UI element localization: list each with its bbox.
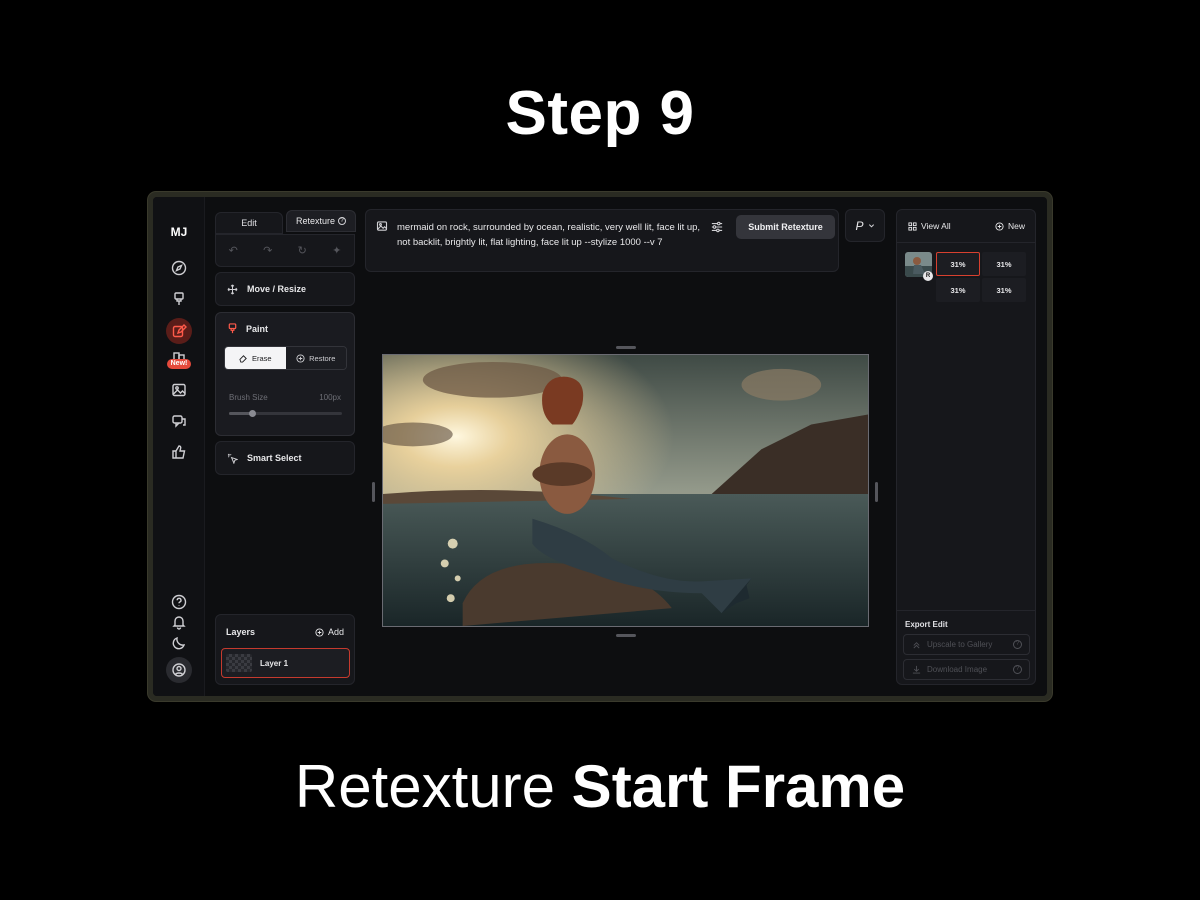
divider [897,610,1035,611]
bell-icon[interactable] [168,611,190,633]
tab-edit[interactable]: Edit [215,212,283,234]
progress-cell[interactable]: 31% [982,252,1026,276]
download-icon [912,665,921,674]
add-layer-label: Add [327,627,344,637]
undo-icon[interactable]: ↶ [229,244,238,257]
redo-icon[interactable]: ↷ [263,244,272,257]
icon-rail: MJ New! [153,197,205,696]
thumbs-up-icon[interactable] [168,441,190,463]
right-resize-handle[interactable] [875,482,878,502]
tab-retexture[interactable]: Retexture ? [286,210,356,232]
moon-icon[interactable] [168,632,190,654]
progress-cell[interactable]: 31% [936,252,980,276]
canvas-image[interactable] [382,354,869,627]
move-resize-label: Move / Resize [247,284,307,294]
upscale-icon [913,642,920,649]
app-window: MJ New! Edit Retexture ? ↶ ↷ ↻ ✦ Move / … [148,192,1052,701]
retexture-badge: R [923,271,933,281]
bottom-resize-handle[interactable] [616,634,636,637]
submit-retexture-button[interactable]: Submit Retexture [736,215,835,239]
edit-icon[interactable] [166,318,192,344]
layers-panel: Layers Add Layer 1 [215,614,355,685]
paint-mode-toggle: Erase Restore [224,346,347,370]
app-screen: MJ New! Edit Retexture ? ↶ ↷ ↻ ✦ Move / … [153,197,1047,696]
prompt-bar: mermaid on rock, surrounded by ocean, re… [365,209,839,272]
help-icon[interactable] [168,591,190,613]
paint-label: Paint [246,323,269,334]
paint-header[interactable]: Paint [227,323,268,334]
tab-edit-label: Edit [241,218,257,228]
reset-icon[interactable]: ↻ [298,244,307,257]
paint-brush-icon [228,323,237,334]
plus-circle-icon [995,221,1004,231]
mode-label: P [855,218,864,233]
help-icon[interactable]: ? [338,217,347,225]
step-title: Step 9 [505,79,695,148]
history-toolbar: ↶ ↷ ↻ ✦ [215,234,355,267]
help-icon[interactable]: ? [1013,665,1022,674]
new-label: New [1007,221,1025,231]
plus-circle-icon [315,627,324,637]
erase-button[interactable]: Erase [225,347,286,369]
smart-select-button[interactable]: Smart Select [215,441,355,475]
explore-icon[interactable] [168,257,190,279]
tab-retexture-label: Retexture [295,216,336,226]
smart-select-icon [227,453,238,464]
settings-sliders-icon[interactable] [711,221,723,233]
brush-size-value: 100px [319,393,341,402]
logo: MJ [170,225,188,239]
eraser-icon [239,354,247,363]
brush-size-knob[interactable] [248,410,256,417]
caption: Retexture Start Frame [0,752,1200,821]
caption-light: Retexture [294,753,555,820]
restore-icon [296,353,305,363]
right-panel: View All New R 31% 31% 31% 31% Export Ed… [896,209,1036,685]
help-icon[interactable]: ? [1013,640,1022,649]
view-all-button[interactable]: View All [908,221,951,231]
restore-button[interactable]: Restore [285,347,346,369]
left-resize-handle[interactable] [372,482,375,502]
add-layer-button[interactable]: Add [315,627,344,637]
image-icon[interactable] [168,379,190,401]
caption-bold: Start Frame [571,753,906,820]
top-resize-handle[interactable] [616,346,636,349]
brush-icon[interactable] [168,288,190,310]
image-prompt-icon[interactable] [376,220,388,232]
layer-item[interactable]: Layer 1 [221,648,350,678]
account-icon[interactable] [166,657,192,683]
move-resize-button[interactable]: Move / Resize [215,272,355,306]
brush-size-slider[interactable] [229,410,342,417]
chevron-down-icon [868,224,874,228]
layer-thumbnail [226,654,252,672]
magic-icon[interactable]: ✦ [332,244,341,257]
paint-panel: Paint Erase Restore Brush Size 100px [215,312,355,436]
prompt-input[interactable]: mermaid on rock, surrounded by ocean, re… [397,220,707,250]
new-button[interactable]: New [995,221,1025,231]
move-icon [227,284,238,294]
download-label: Download Image [927,665,988,674]
layer-label: Layer 1 [260,658,289,668]
chat-icon[interactable] [168,410,190,432]
new-badge: New! [167,359,191,369]
smart-select-label: Smart Select [247,453,302,463]
progress-cell[interactable]: 31% [982,278,1026,302]
layers-title: Layers [226,627,256,637]
upscale-to-gallery-button[interactable]: Upscale to Gallery ? [903,634,1030,655]
upscale-label: Upscale to Gallery [927,640,993,649]
progress-cell[interactable]: 31% [936,278,980,302]
download-image-button[interactable]: Download Image ? [903,659,1030,680]
divider [897,242,1035,243]
restore-label: Restore [309,353,336,363]
mode-dropdown[interactable]: P [845,209,885,242]
brush-size-label: Brush Size [229,393,268,402]
export-edit-label: Export Edit [905,620,948,629]
grid-icon [908,221,917,231]
erase-label: Erase [251,353,272,363]
view-all-label: View All [921,221,951,231]
